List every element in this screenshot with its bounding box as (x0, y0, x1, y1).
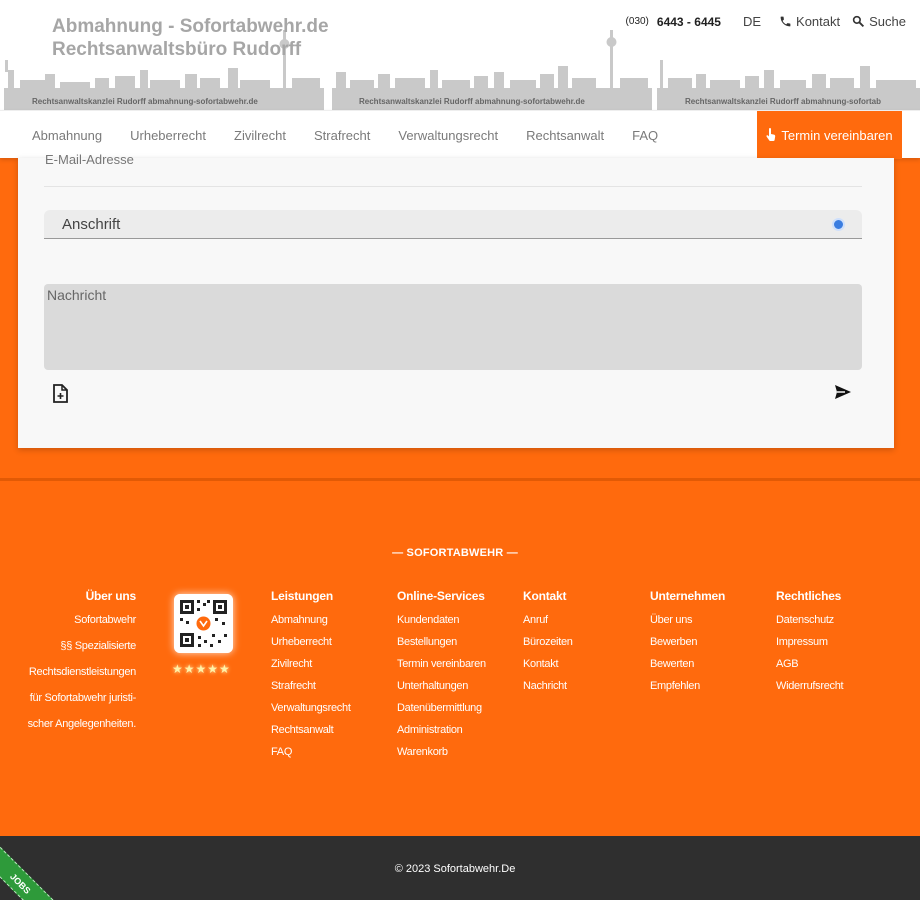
footer-link-rechtsanwalt[interactable]: Rechtsanwalt (271, 724, 351, 738)
site-title-line2: Rechtsanwaltsbüro Rudorff (52, 39, 302, 60)
search-label: Suche (869, 14, 906, 29)
footer-link-anruf[interactable]: Anruf (523, 614, 573, 628)
footer-about-line: für Sofortabwehr juristi- (29, 692, 137, 704)
footer-link-termin-vereinbaren[interactable]: Termin vereinbaren (397, 658, 486, 672)
site-header: Rechtsanwaltskanzlei Rudorff abmahnung-s… (0, 0, 920, 110)
main-navigation: Abmahnung Urheberrecht Zivilrecht Strafr… (0, 110, 920, 159)
nav-item-rechtsanwalt[interactable]: Rechtsanwalt (512, 128, 618, 143)
footer-link-datenuebermittlung[interactable]: Datenübermittlung (397, 702, 486, 716)
nav-item-urheberrecht[interactable]: Urheberrecht (116, 128, 220, 143)
site-title[interactable]: Abmahnung - Sofortabwehr.de Rechtsanwalt… (52, 15, 329, 61)
footer-link-kontakt[interactable]: Kontakt (523, 658, 573, 672)
copyright-bar: © 2023 Sofortabwehr.De (0, 836, 920, 900)
footer-about-line: Rechtsdienstleistungen (28, 666, 136, 678)
site-title-line1: Abmahnung - Sofortabwehr.de (52, 16, 329, 37)
hand-pointer-icon (766, 128, 776, 141)
footer-link-agb[interactable]: AGB (776, 658, 843, 672)
footer-link-kundendaten[interactable]: Kundendaten (397, 614, 486, 628)
send-icon[interactable] (834, 384, 852, 400)
language-switch[interactable]: DE (743, 14, 761, 29)
qr-code-image[interactable] (174, 594, 233, 653)
top-utility-bar: (030) 6443 - 6445 DE Kontakt Suche (626, 14, 906, 29)
contact-form-card: E-Mail-Adresse Anschrift Nachricht (18, 152, 894, 448)
nav-item-verwaltungsrecht[interactable]: Verwaltungsrecht (384, 128, 512, 143)
footer-about-line: §§ Spezialisierte (60, 640, 136, 652)
email-field-label: E-Mail-Adresse (45, 152, 134, 167)
nav-item-zivilrecht[interactable]: Zivilrecht (220, 128, 300, 143)
footer-column-unternehmen: Unternehmen Über uns Bewerben Bewerten E… (650, 589, 725, 702)
rating-stars: ★★★★★ (172, 662, 231, 676)
footer-about-title: Über uns (85, 589, 137, 603)
footer-column-title: Online-Services (397, 589, 485, 603)
footer-link-strafrecht[interactable]: Strafrecht (271, 680, 351, 694)
footer-link-unterhaltungen[interactable]: Unterhaltungen (397, 680, 486, 694)
address-label: Anschrift (62, 216, 121, 233)
phone-number[interactable]: (030) 6443 - 6445 (626, 15, 721, 29)
address-toggle-radio[interactable] (832, 218, 845, 231)
footer-column-title: Leistungen (271, 589, 334, 603)
footer-link-bestellungen[interactable]: Bestellungen (397, 636, 486, 650)
address-field[interactable]: Anschrift (44, 210, 862, 239)
contact-label: Kontakt (796, 14, 841, 29)
footer-link-abmahnung[interactable]: Abmahnung (271, 614, 351, 628)
footer-link-impressum[interactable]: Impressum (776, 636, 843, 650)
phone-digits: 6443 - 6445 (656, 14, 721, 29)
footer-about-line: scher Angelegenheiten. (27, 718, 137, 730)
search-icon (852, 15, 865, 28)
footer-column-title: Unternehmen (650, 589, 726, 603)
phone-icon (780, 16, 791, 27)
site-footer: — SOFORTABWEHR — Über uns Sofortabwehr §… (0, 478, 920, 836)
search-link[interactable]: Suche (852, 14, 906, 29)
footer-brand: — SOFORTABWEHR — (392, 547, 518, 559)
footer-column-title: Rechtliches (776, 589, 842, 603)
footer-link-nachricht[interactable]: Nachricht (523, 680, 573, 694)
footer-link-ueber-uns[interactable]: Über uns (650, 614, 725, 628)
footer-link-warenkorb[interactable]: Warenkorb (397, 746, 486, 760)
footer-link-faq[interactable]: FAQ (271, 746, 351, 760)
footer-column-online-services: Online-Services Kundendaten Bestellungen… (397, 589, 486, 768)
footer-link-empfehlen[interactable]: Empfehlen (650, 680, 725, 694)
footer-link-bewerben[interactable]: Bewerben (650, 636, 725, 650)
skyline-caption: Rechtsanwaltskanzlei Rudorff abmahnung-s… (685, 97, 882, 106)
termin-vereinbaren-button[interactable]: Termin vereinbaren (757, 111, 902, 159)
footer-column-title: Kontakt (523, 589, 567, 603)
phone-prefix: (030) (625, 16, 649, 27)
footer-link-urheberrecht[interactable]: Urheberrecht (271, 636, 351, 650)
message-placeholder: Nachricht (47, 287, 107, 303)
footer-column-rechtliches: Rechtliches Datenschutz Impressum AGB Wi… (776, 589, 844, 702)
footer-link-widerrufsrecht[interactable]: Widerrufsrecht (776, 680, 844, 694)
cta-label: Termin vereinbaren (781, 127, 893, 143)
copyright-text: © 2023 Sofortabwehr.De (394, 863, 516, 875)
footer-link-datenschutz[interactable]: Datenschutz (776, 614, 843, 628)
nav-item-faq[interactable]: FAQ (618, 128, 672, 143)
footer-column-kontakt: Kontakt Anruf Bürozeiten Kontakt Nachric… (523, 589, 573, 702)
message-textarea[interactable]: Nachricht (44, 284, 862, 370)
skyline-caption: Rechtsanwaltskanzlei Rudorff abmahnung-s… (32, 97, 258, 106)
footer-link-verwaltungsrecht[interactable]: Verwaltungsrecht (271, 702, 351, 716)
skyline-caption: Rechtsanwaltskanzlei Rudorff abmahnung-s… (359, 97, 585, 106)
nav-item-abmahnung[interactable]: Abmahnung (18, 128, 116, 143)
attach-file-icon[interactable] (52, 384, 69, 403)
nav-item-strafrecht[interactable]: Strafrecht (300, 128, 384, 143)
contact-link[interactable]: Kontakt (779, 14, 840, 29)
footer-about-line: Sofortabwehr (74, 614, 136, 626)
footer-link-bewerten[interactable]: Bewerten (650, 658, 725, 672)
footer-column-leistungen: Leistungen Abmahnung Urheberrecht Zivilr… (271, 589, 351, 768)
footer-link-administration[interactable]: Administration (397, 724, 486, 738)
footer-link-zivilrecht[interactable]: Zivilrecht (271, 658, 351, 672)
footer-link-buerozeiten[interactable]: Bürozeiten (523, 636, 573, 650)
email-field[interactable] (44, 186, 862, 187)
footer-about: Über uns Sofortabwehr §§ Spezialisierte … (20, 589, 137, 744)
